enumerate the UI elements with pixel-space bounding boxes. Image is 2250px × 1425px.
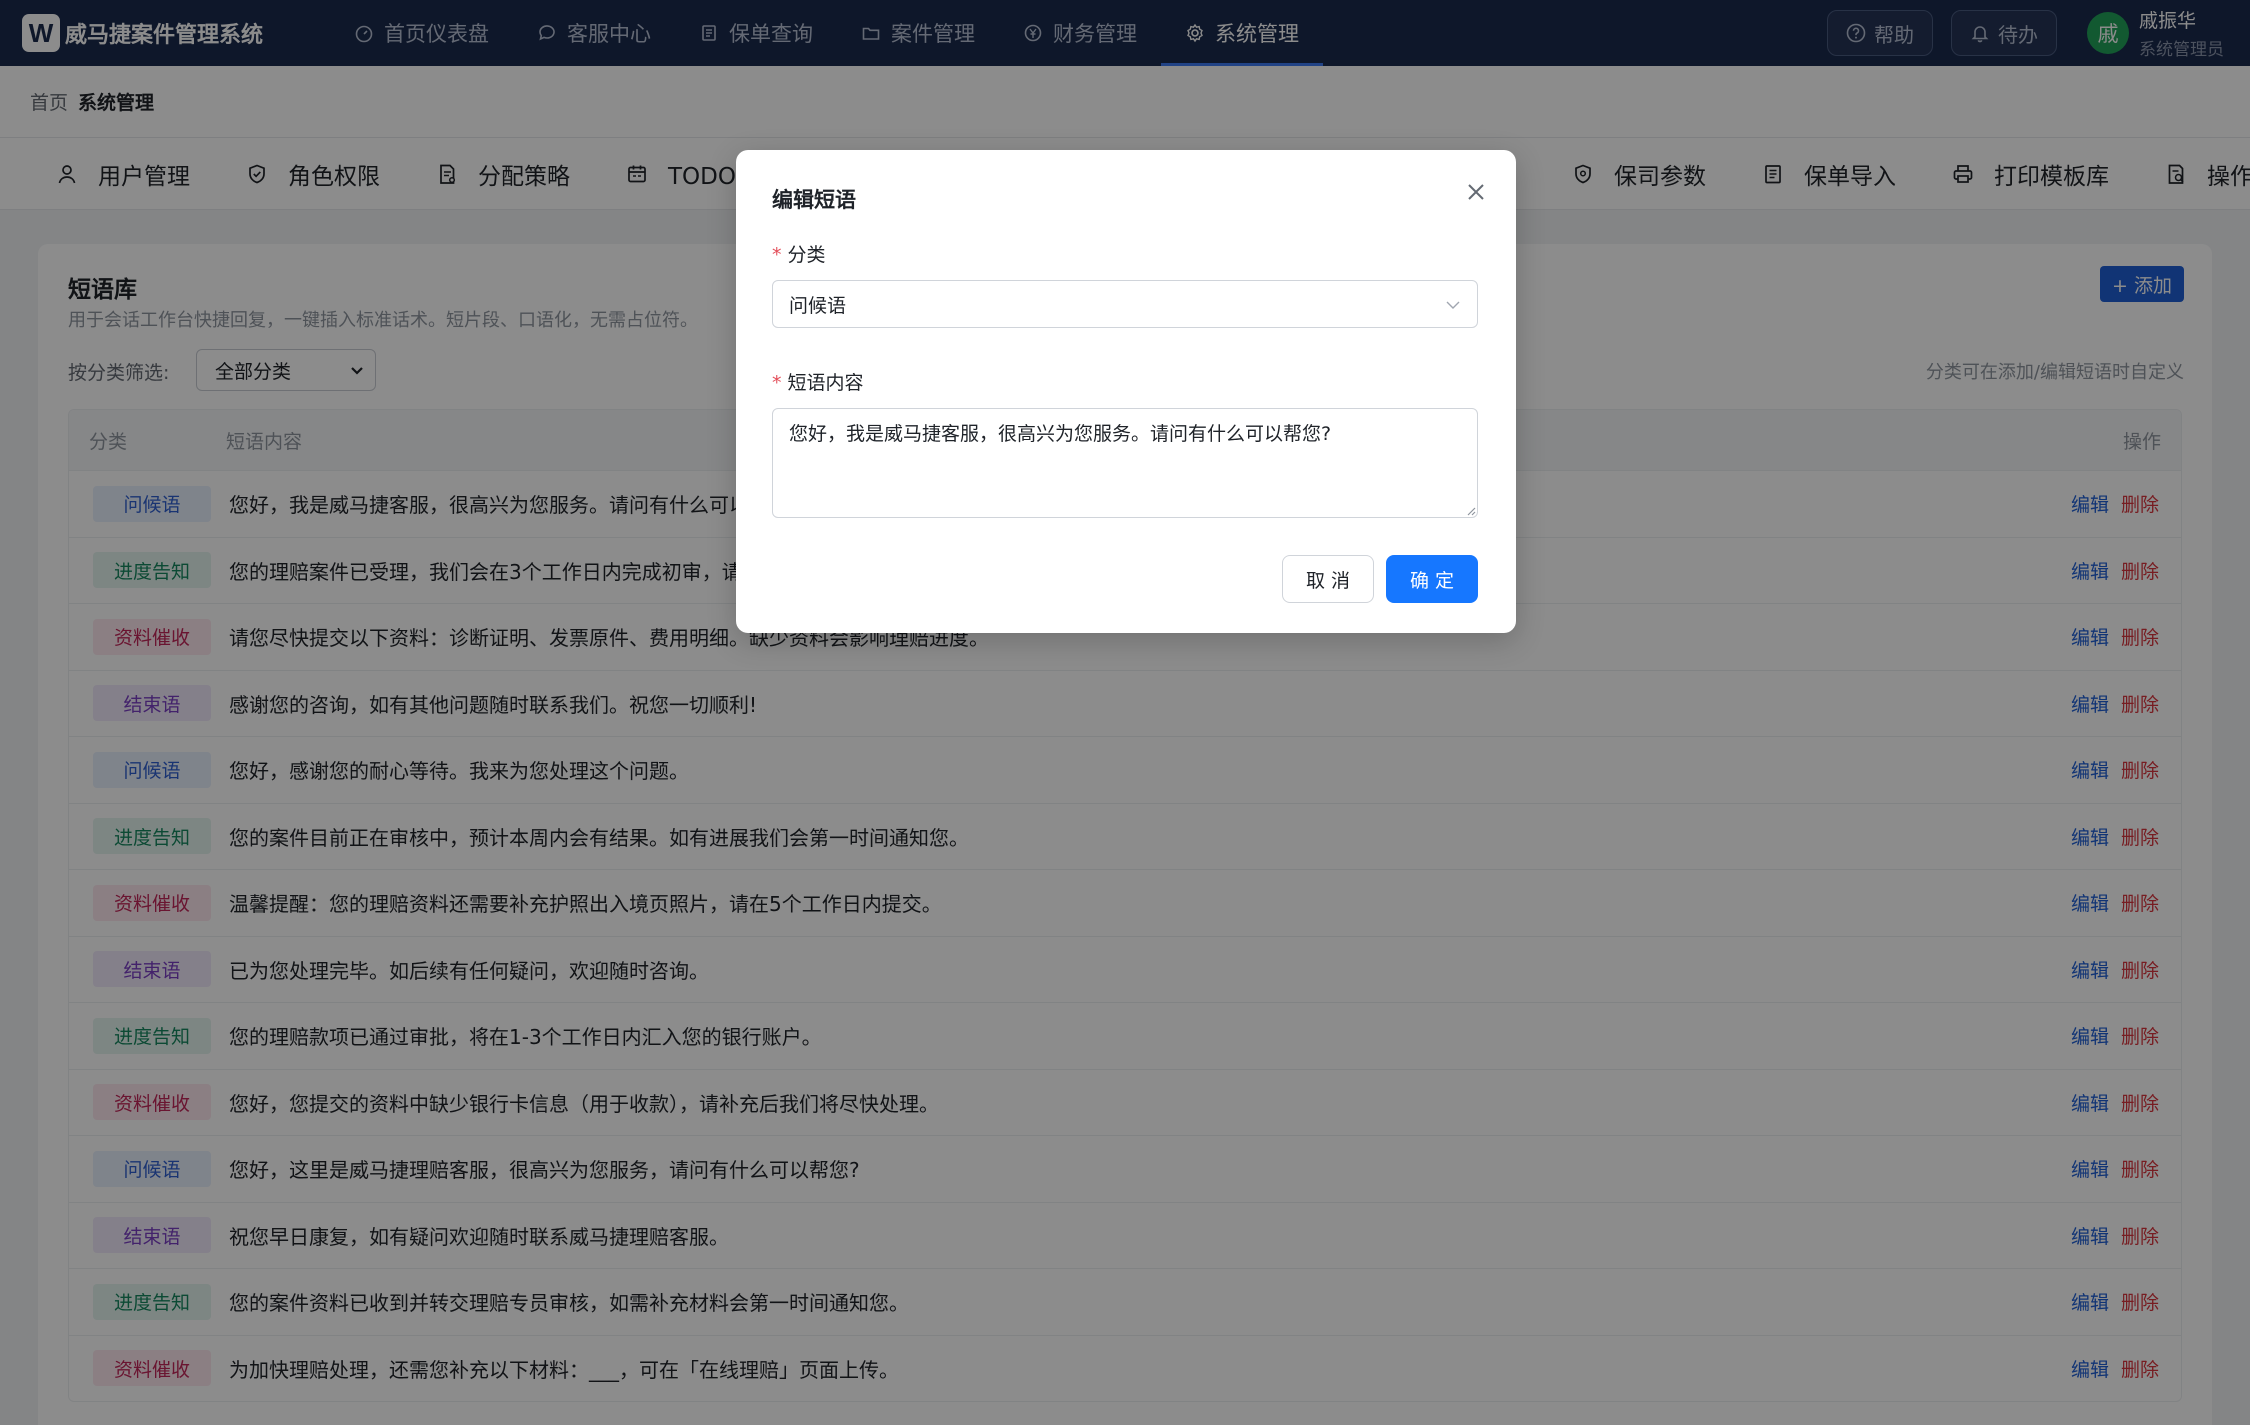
- content-field-label: * 短语内容: [772, 368, 864, 395]
- resize-grip-icon[interactable]: [1464, 504, 1476, 516]
- category-select-value: 问候语: [789, 294, 847, 317]
- content-label-text: 短语内容: [787, 372, 864, 394]
- chevron-down-icon: [1446, 301, 1460, 309]
- required-marker: *: [772, 244, 782, 266]
- category-field-label: * 分类: [772, 240, 826, 267]
- confirm-button[interactable]: 确 定: [1386, 555, 1478, 603]
- category-select[interactable]: 问候语: [772, 280, 1478, 328]
- cancel-button[interactable]: 取 消: [1282, 555, 1374, 603]
- content-textarea[interactable]: 您好，我是威马捷客服，很高兴为您服务。请问有什么可以帮您?: [772, 408, 1478, 518]
- dialog-title: 编辑短语: [772, 188, 856, 212]
- category-label-text: 分类: [787, 244, 826, 266]
- close-icon[interactable]: [1464, 180, 1488, 204]
- edit-phrase-dialog: 编辑短语 * 分类 问候语 * 短语内容 您好，我是威马捷客服，很高兴为您服务。请问…: [736, 150, 1516, 633]
- required-marker: *: [772, 372, 782, 394]
